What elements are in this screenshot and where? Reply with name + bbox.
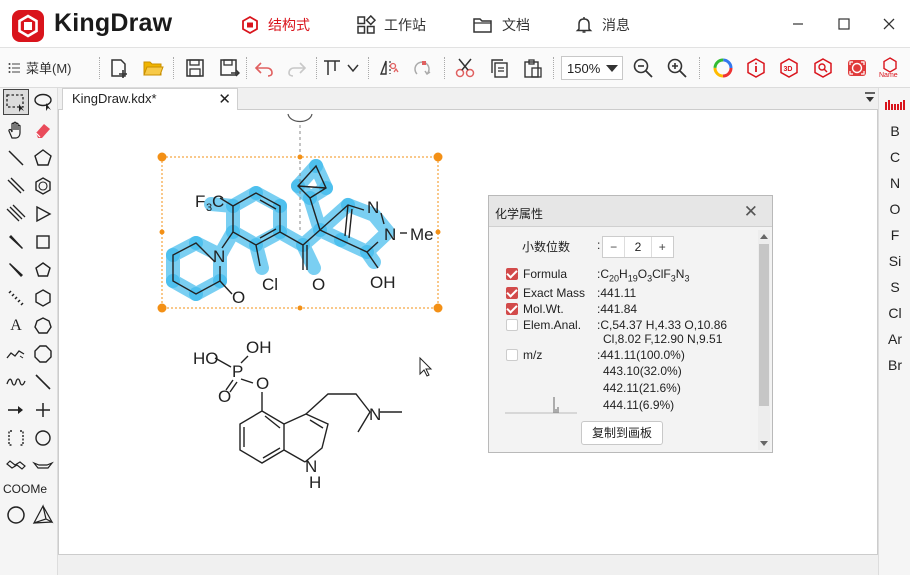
exact-mass-checkbox[interactable]: [506, 287, 518, 299]
properties-scrollbar-thumb[interactable]: [759, 244, 769, 406]
elem-anal-value-line2: Cl,8.02 F,12.90 N,9.51: [603, 332, 723, 346]
exact-mass-number: 441.11: [600, 286, 637, 300]
colon: :: [597, 238, 601, 252]
phosphorus-label: P: [232, 362, 243, 381]
formula-c-count: 20: [609, 273, 620, 284]
properties-title: 化学属性: [495, 207, 544, 221]
ketone-o-label: O: [312, 275, 325, 294]
element-c[interactable]: C: [879, 149, 910, 165]
mz-primary: 441.11(100.0%): [600, 348, 685, 362]
formula-checkbox[interactable]: [506, 268, 518, 280]
formula-n-count: 3: [684, 273, 690, 284]
element-ar[interactable]: Ar: [879, 331, 910, 347]
mz-value: :441.11(100.0%): [597, 348, 685, 362]
exact-mass-label: Exact Mass: [523, 286, 586, 300]
molecule-layer: F 3 C N O Cl O N N Me OH HO OH P O O N H…: [157, 113, 443, 492]
mz-peak-4: 444.11(6.9%): [603, 398, 675, 412]
formula-h: H: [619, 267, 628, 281]
decimal-places-value[interactable]: 2: [624, 237, 652, 257]
chloro-label: Cl: [262, 275, 278, 294]
elem-anal-label: Elem.Anal.: [523, 318, 582, 332]
element-si[interactable]: Si: [879, 253, 910, 269]
formula-o: O: [637, 267, 648, 281]
decimal-places-stepper[interactable]: − 2 +: [602, 236, 674, 258]
exact-mass-value: :441.11: [597, 286, 637, 300]
element-palette: B C N O F Si S Cl Ar Br: [878, 88, 910, 575]
elem-anal-line1: C,54.37 H,4.33 O,10.86: [600, 318, 728, 332]
element-f[interactable]: F: [879, 227, 910, 243]
element-cl[interactable]: Cl: [879, 305, 910, 321]
element-br[interactable]: Br: [879, 357, 910, 373]
mol-wt-checkbox[interactable]: [506, 303, 518, 315]
element-n[interactable]: N: [879, 175, 910, 191]
increment-button[interactable]: +: [652, 237, 673, 257]
mol-wt-number: 441.84: [600, 302, 638, 316]
elem-anal-value: :C,54.37 H,4.33 O,10.86: [597, 318, 728, 332]
formula-value: :C20H19O3ClF3N3: [597, 267, 690, 284]
decrement-button[interactable]: −: [603, 237, 624, 257]
periodic-table-icon[interactable]: [884, 96, 906, 110]
rotate-handle-icon[interactable]: [287, 113, 313, 123]
mz-label: m/z: [523, 348, 543, 362]
cf3-c-label: C: [212, 192, 224, 211]
mz-peak-3: 442.11(21.6%): [603, 381, 681, 395]
mol-wt-label: Mol.Wt.: [523, 302, 564, 316]
mz-peak-2: 443.10(32.0%): [603, 364, 682, 378]
scroll-down-icon[interactable]: [759, 440, 769, 448]
pyrazole-n1-label: N: [367, 198, 379, 217]
phosphate-oh-label: OH: [246, 338, 272, 357]
ester-o-label: O: [256, 374, 269, 393]
mz-spectrum: [505, 397, 577, 414]
formula-c: C: [600, 267, 610, 281]
element-b[interactable]: B: [879, 123, 910, 139]
decimal-places-label: 小数位数: [522, 240, 571, 254]
mouse-cursor-icon: [419, 356, 433, 377]
formula-clf: ClF: [652, 267, 671, 281]
close-icon[interactable]: ✕: [744, 202, 758, 222]
cf3-carbon-label: F: [195, 192, 205, 211]
amine-n-label: N: [369, 405, 381, 424]
double-o-label: O: [218, 387, 231, 406]
phosphate-ho-label: HO: [193, 349, 219, 368]
copy-to-canvas-button[interactable]: 复制到画板: [581, 421, 663, 445]
element-o[interactable]: O: [879, 201, 910, 217]
indole-h-label: H: [309, 473, 321, 492]
mz-checkbox[interactable]: [506, 349, 518, 361]
hydroxyl-label: OH: [370, 273, 396, 292]
ring-n-label: N: [213, 247, 225, 266]
methyl-label: Me: [410, 225, 434, 244]
element-s[interactable]: S: [879, 279, 910, 295]
properties-header[interactable]: 化学属性 ✕: [489, 196, 772, 227]
mol-wt-value: :441.84: [597, 302, 638, 316]
ring-o-label: O: [232, 288, 245, 307]
scroll-up-icon[interactable]: [759, 232, 769, 240]
pyrazole-n2-label: N: [384, 225, 396, 244]
elem-anal-checkbox[interactable]: [506, 319, 518, 331]
formula-label: Formula: [523, 267, 568, 281]
formula-h-count: 19: [627, 273, 638, 284]
